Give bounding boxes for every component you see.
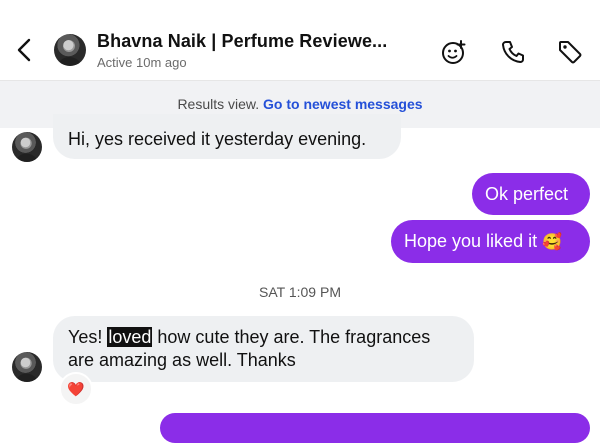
- message-timestamp: SAT 1:09 PM: [259, 284, 341, 300]
- chat-header: Bhavna Naik | Perfume Reviewe... Active …: [0, 0, 600, 80]
- heart-reaction[interactable]: ❤️: [59, 372, 93, 406]
- message-line-2: are amazing as well. Thanks: [68, 350, 296, 370]
- back-button[interactable]: [10, 34, 38, 66]
- message-line-1: Yes! loved how cute they are. The fragra…: [68, 327, 431, 347]
- contact-name[interactable]: Bhavna Naik | Perfume Reviewe...: [97, 31, 387, 52]
- tag-button[interactable]: [556, 38, 584, 66]
- tag-icon: [559, 41, 582, 64]
- chevron-left-icon: [17, 38, 31, 62]
- outgoing-message[interactable]: Ok perfect: [472, 173, 590, 215]
- incoming-message[interactable]: Hi, yes received it yesterday evening.: [53, 114, 401, 159]
- phone-icon: [502, 41, 524, 63]
- message-avatar: [12, 132, 42, 162]
- results-view-label: Results view.: [177, 96, 260, 112]
- call-button[interactable]: [499, 38, 527, 66]
- red-heart-icon: ❤️: [67, 380, 85, 397]
- outgoing-message-partial[interactable]: [160, 413, 590, 443]
- smiling-face-hearts-emoji: 🥰: [542, 234, 563, 251]
- message-text: Hope you liked it: [404, 231, 538, 251]
- outgoing-message[interactable]: Hope you liked it 🥰: [391, 220, 590, 263]
- sticker-button[interactable]: [440, 38, 468, 66]
- incoming-message[interactable]: Yes! loved how cute they are. The fragra…: [53, 316, 474, 382]
- sticker-icon: [442, 40, 466, 64]
- message-text: Ok perfect: [485, 184, 569, 204]
- search-highlight: loved: [107, 327, 153, 347]
- message-avatar: [12, 352, 42, 382]
- contact-avatar[interactable]: [54, 34, 86, 66]
- message-text: Hi, yes received it yesterday evening.: [68, 129, 367, 149]
- active-status: Active 10m ago: [97, 55, 187, 70]
- go-to-newest-link[interactable]: Go to newest messages: [263, 96, 423, 112]
